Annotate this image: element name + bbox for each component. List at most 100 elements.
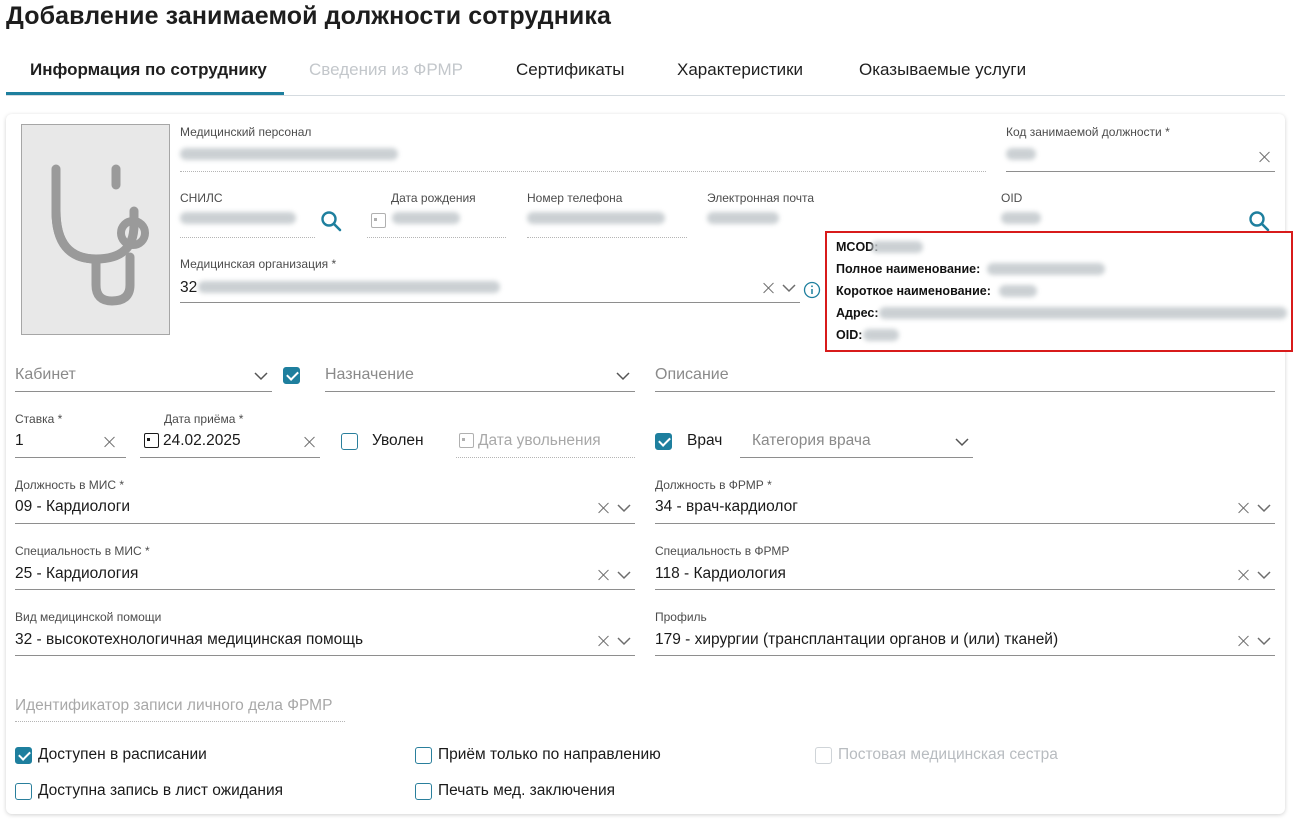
calendar-hire-date-icon[interactable] — [144, 433, 159, 448]
dismissal-date-placeholder: Дата увольнения — [478, 432, 601, 449]
profile-line — [655, 655, 1275, 656]
tab-bar: Информация по сотруднику Сведения из ФРМ… — [6, 56, 1285, 96]
frmr-position-line — [655, 523, 1275, 524]
personnel-label: Медицинский персонал — [180, 125, 312, 139]
cabinet-line — [15, 391, 272, 392]
birthdate-label: Дата рождения — [391, 191, 476, 205]
calendar-dismissal-date-icon — [459, 433, 474, 448]
care-type-value[interactable]: 32 - высокотехнологичная медицинская пом… — [15, 631, 363, 649]
care-type-label: Вид медицинской помощи — [15, 610, 162, 624]
profile-chevron-down-icon[interactable] — [1257, 637, 1271, 646]
frmr-position-label: Должность в ФРМР * — [655, 478, 772, 492]
tooltip-mcod-redacted — [871, 241, 923, 253]
org-value-redacted — [198, 281, 500, 293]
phone-line — [527, 237, 687, 238]
schedule-available-label: Доступен в расписании — [38, 746, 207, 763]
clear-org-icon[interactable] — [762, 281, 776, 295]
clear-frmr-position-icon[interactable] — [1237, 501, 1251, 515]
waitlist-available-checkbox[interactable] — [15, 783, 32, 800]
doctor-category-chevron-down-icon[interactable] — [955, 438, 969, 447]
snils-line — [180, 237, 315, 238]
frmr-position-value[interactable]: 34 - врач-кардиолог — [655, 498, 798, 516]
doctor-category-placeholder: Категория врача — [752, 432, 871, 449]
org-line — [180, 302, 800, 303]
org-label: Медицинская организация * — [180, 257, 337, 271]
personnel-field-line — [180, 171, 986, 172]
doctor-category-line — [740, 457, 973, 458]
frmr-specialty-label: Специальность в ФРМР — [655, 544, 790, 558]
mis-position-line — [15, 523, 635, 524]
frmr-record-id-placeholder[interactable]: Идентификатор записи личного дела ФРМР — [15, 697, 332, 715]
org-info-tooltip: МCOD: Полное наименование: Короткое наим… — [825, 231, 1293, 352]
clear-position-code-icon[interactable] — [1258, 150, 1272, 164]
clear-hire-date-icon[interactable] — [303, 435, 317, 449]
tab-employee-info[interactable]: Информация по сотруднику — [30, 60, 267, 80]
frmr-specialty-chevron-down-icon[interactable] — [1257, 571, 1271, 580]
doctor-checkbox[interactable] — [655, 433, 672, 450]
position-code-value-redacted — [1006, 148, 1036, 160]
oid-value-redacted — [1001, 212, 1041, 224]
tooltip-short-name-label: Короткое наименование: — [836, 284, 991, 298]
clear-care-type-icon[interactable] — [597, 634, 611, 648]
email-value-redacted — [707, 212, 779, 224]
stethoscope-icon — [51, 164, 149, 306]
referral-only-label: Приём только по направлению — [438, 746, 661, 763]
tab-frmr-info: Сведения из ФРМР — [309, 60, 463, 79]
tab-characteristics[interactable]: Характеристики — [677, 60, 803, 80]
personnel-value-redacted — [180, 148, 398, 160]
tooltip-oid-redacted — [863, 329, 899, 341]
mis-specialty-value[interactable]: 25 - Кардиология — [15, 565, 138, 583]
cabinet-placeholder: Кабинет — [15, 366, 76, 383]
hire-date-label: Дата приёма * — [164, 412, 244, 426]
tooltip-full-name-redacted — [987, 263, 1105, 275]
calendar-birthdate-icon — [371, 213, 386, 228]
schedule-available-checkbox[interactable] — [15, 747, 32, 764]
rate-value[interactable]: 1 — [15, 432, 24, 450]
assignment-placeholder: Назначение — [325, 366, 414, 383]
ward-nurse-checkbox — [815, 747, 832, 764]
tooltip-oid-label: OID: — [836, 328, 863, 342]
hire-date-value[interactable]: 24.02.2025 — [163, 432, 241, 450]
rate-line — [15, 457, 126, 458]
search-snils-icon[interactable] — [320, 210, 342, 232]
print-conclusion-checkbox[interactable] — [415, 783, 432, 800]
ward-nurse-label: Постовая медицинская сестра — [838, 746, 1058, 763]
clear-mis-position-icon[interactable] — [597, 501, 611, 515]
tooltip-address-redacted — [879, 307, 1287, 319]
email-label: Электронная почта — [707, 191, 815, 205]
mis-position-label: Должность в МИС * — [15, 478, 125, 492]
mis-position-value[interactable]: 09 - Кардиологи — [15, 498, 130, 516]
clear-mis-specialty-icon[interactable] — [597, 568, 611, 582]
clear-profile-icon[interactable] — [1237, 634, 1251, 648]
clear-rate-icon[interactable] — [103, 435, 117, 449]
profile-value[interactable]: 179 - хирургии (трансплантации органов и… — [655, 631, 1058, 649]
snils-label: СНИЛС — [180, 191, 223, 205]
description-line — [655, 391, 1275, 392]
print-conclusion-label: Печать мед. заключения — [438, 782, 615, 799]
mis-specialty-chevron-down-icon[interactable] — [617, 571, 631, 580]
search-oid-icon[interactable] — [1248, 210, 1270, 232]
mis-position-chevron-down-icon[interactable] — [617, 504, 631, 513]
referral-only-checkbox[interactable] — [415, 747, 432, 764]
tab-services[interactable]: Оказываемые услуги — [859, 60, 1026, 80]
frmr-position-chevron-down-icon[interactable] — [1257, 504, 1271, 513]
frmr-specialty-value[interactable]: 118 - Кардиология — [655, 565, 786, 583]
birthdate-line — [367, 237, 506, 238]
assignment-checkbox[interactable] — [283, 367, 300, 384]
phone-value-redacted — [527, 212, 665, 224]
rate-label: Ставка * — [15, 412, 63, 426]
cabinet-chevron-down-icon[interactable] — [254, 372, 268, 381]
clear-frmr-specialty-icon[interactable] — [1237, 568, 1251, 582]
position-code-line — [1006, 171, 1275, 172]
assignment-chevron-down-icon[interactable] — [616, 372, 630, 381]
chevron-down-icon[interactable] — [782, 284, 796, 293]
assignment-line — [325, 391, 635, 392]
birthdate-value-redacted — [392, 212, 460, 224]
dismissed-checkbox[interactable] — [341, 433, 358, 450]
tab-certificates[interactable]: Сертификаты — [516, 60, 624, 80]
info-icon[interactable] — [803, 281, 821, 299]
care-type-chevron-down-icon[interactable] — [617, 637, 631, 646]
profile-label: Профиль — [655, 610, 707, 624]
frmr-specialty-line — [655, 589, 1275, 590]
hire-date-line — [140, 457, 320, 458]
